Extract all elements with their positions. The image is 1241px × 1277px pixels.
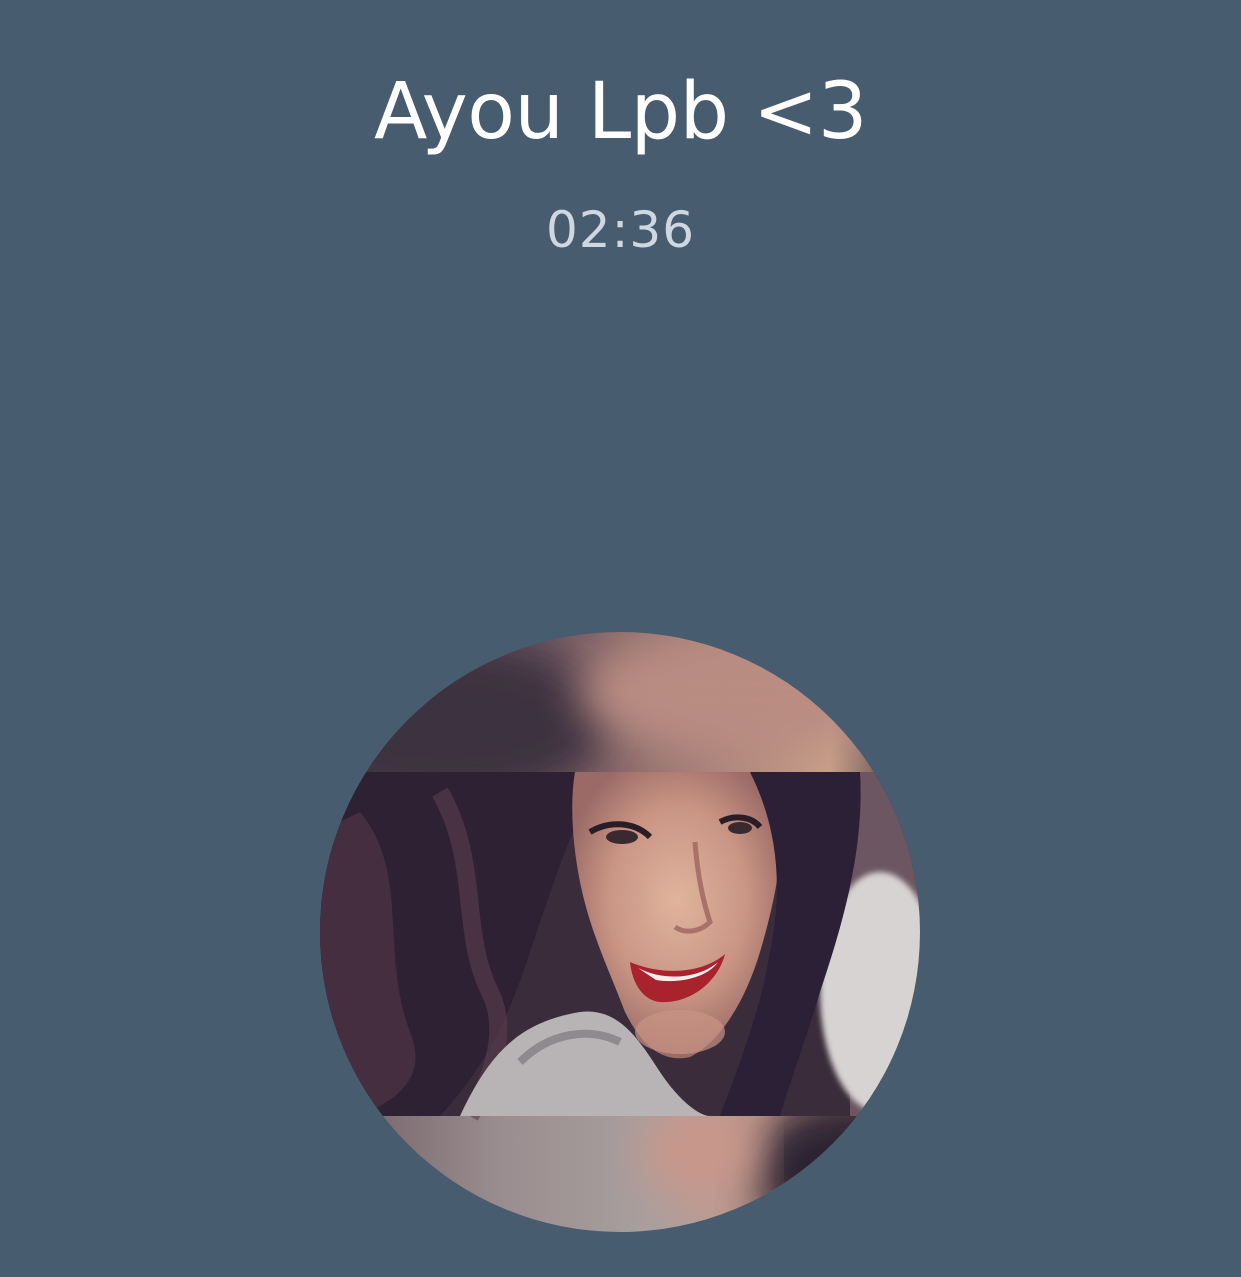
call-duration: 02:36 [545, 201, 696, 259]
avatar-photo-icon [320, 632, 920, 1232]
caller-name: Ayou Lpb <3 [374, 67, 867, 157]
contact-avatar [320, 632, 920, 1232]
